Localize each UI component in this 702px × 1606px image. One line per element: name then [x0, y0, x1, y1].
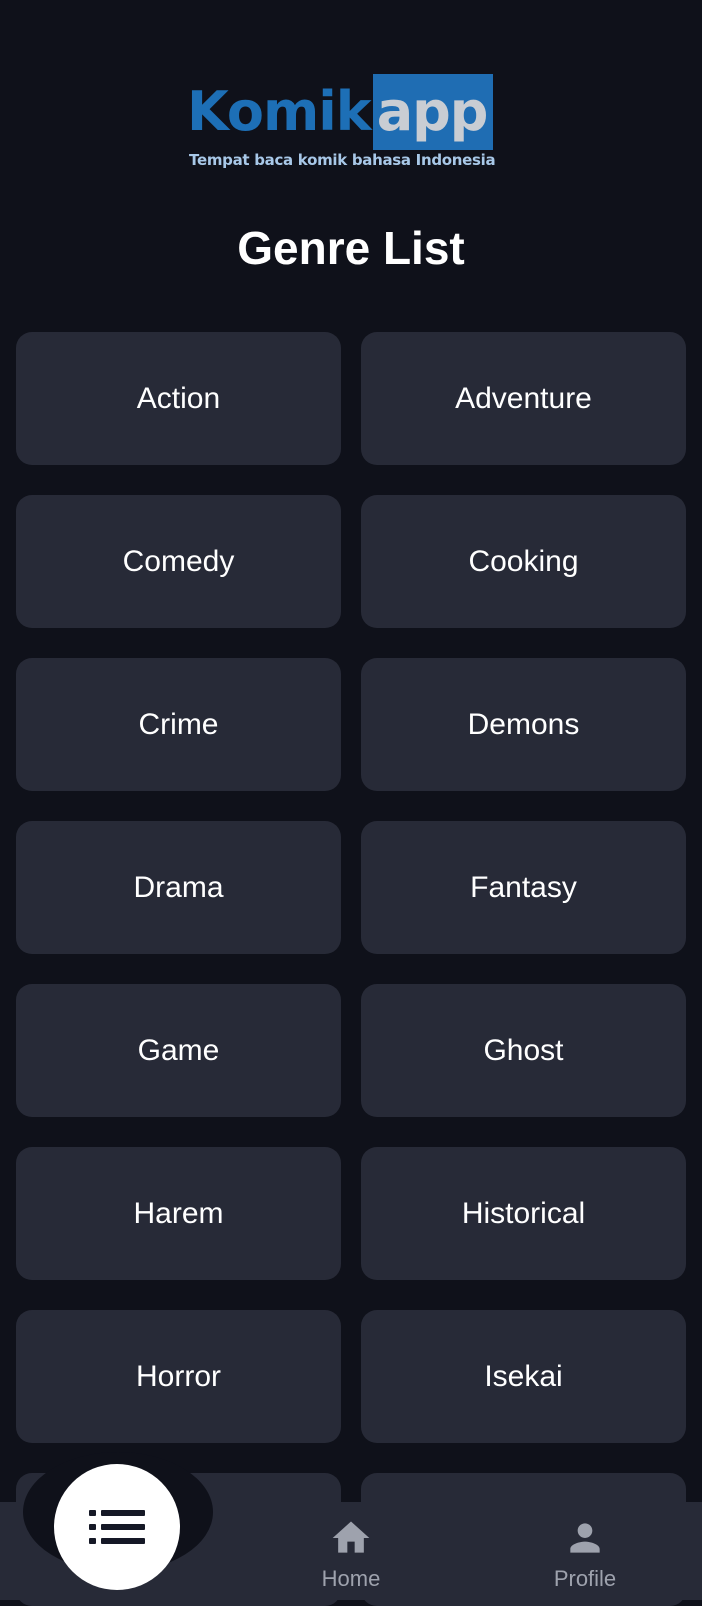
genre-card-harem[interactable]: Harem [16, 1147, 341, 1280]
genre-card-adventure[interactable]: Adventure [361, 332, 686, 465]
home-icon [332, 1521, 370, 1553]
logo-brand-part1: Komik [187, 80, 372, 143]
genre-card-isekai[interactable]: Isekai [361, 1310, 686, 1443]
page-title: Genre List [237, 222, 465, 274]
nav-label-profile: Profile [553, 1566, 617, 1591]
genre-card-fantasy[interactable]: Fantasy [361, 821, 686, 954]
nav-item-home[interactable]: Home [271, 1516, 431, 1594]
genre-card-cooking[interactable]: Cooking [361, 495, 686, 628]
nav-item-profile[interactable]: Profile [505, 1516, 665, 1594]
genre-card-action[interactable]: Action [16, 332, 341, 465]
genre-card-game[interactable]: Game [16, 984, 341, 1117]
genre-card-comedy[interactable]: Comedy [16, 495, 341, 628]
nav-label-home: Home [321, 1566, 381, 1591]
list-icon [89, 1510, 145, 1544]
genre-card-historical[interactable]: Historical [361, 1147, 686, 1280]
genre-list-fab-button[interactable] [54, 1464, 180, 1590]
logo-brand-part2: app [376, 80, 489, 143]
person-icon [570, 1523, 600, 1553]
logo-tagline: Tempat baca komik bahasa Indonesia [189, 151, 496, 169]
genre-card-demons[interactable]: Demons [361, 658, 686, 791]
genre-grid: Action Adventure Comedy Cooking Crime De… [16, 332, 686, 1606]
app-logo: Komik app Tempat baca komik bahasa Indon… [187, 74, 517, 170]
genre-card-drama[interactable]: Drama [16, 821, 341, 954]
logo-brand-box: app [372, 74, 494, 150]
genre-card-ghost[interactable]: Ghost [361, 984, 686, 1117]
logo-wordmark: Komik app [187, 74, 494, 150]
genre-card-horror[interactable]: Horror [16, 1310, 341, 1443]
genre-card-crime[interactable]: Crime [16, 658, 341, 791]
